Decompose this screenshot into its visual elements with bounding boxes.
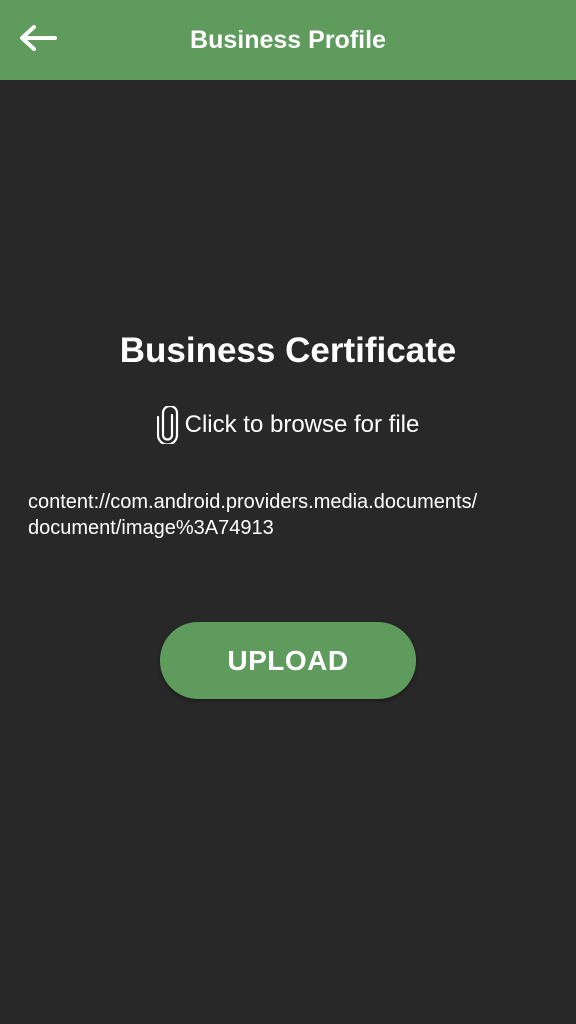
app-bar: Business Profile xyxy=(0,0,576,80)
paperclip-icon xyxy=(156,406,179,444)
file-path-line-1: content://com.android.providers.media.do… xyxy=(28,491,478,513)
screen: Business Profile Business Certificate Cl… xyxy=(0,0,576,1024)
browse-file-button[interactable]: Click to browse for file xyxy=(0,405,576,445)
browse-label: Click to browse for file xyxy=(184,411,420,438)
file-path-line-2: document/image%3A74913 xyxy=(28,517,274,539)
section-title: Business Certificate xyxy=(119,331,457,370)
upload-button[interactable]: UPLOAD xyxy=(160,622,416,699)
page-title: Business Profile xyxy=(190,26,386,54)
selected-file-path: content://com.android.providers.media.do… xyxy=(28,489,548,541)
